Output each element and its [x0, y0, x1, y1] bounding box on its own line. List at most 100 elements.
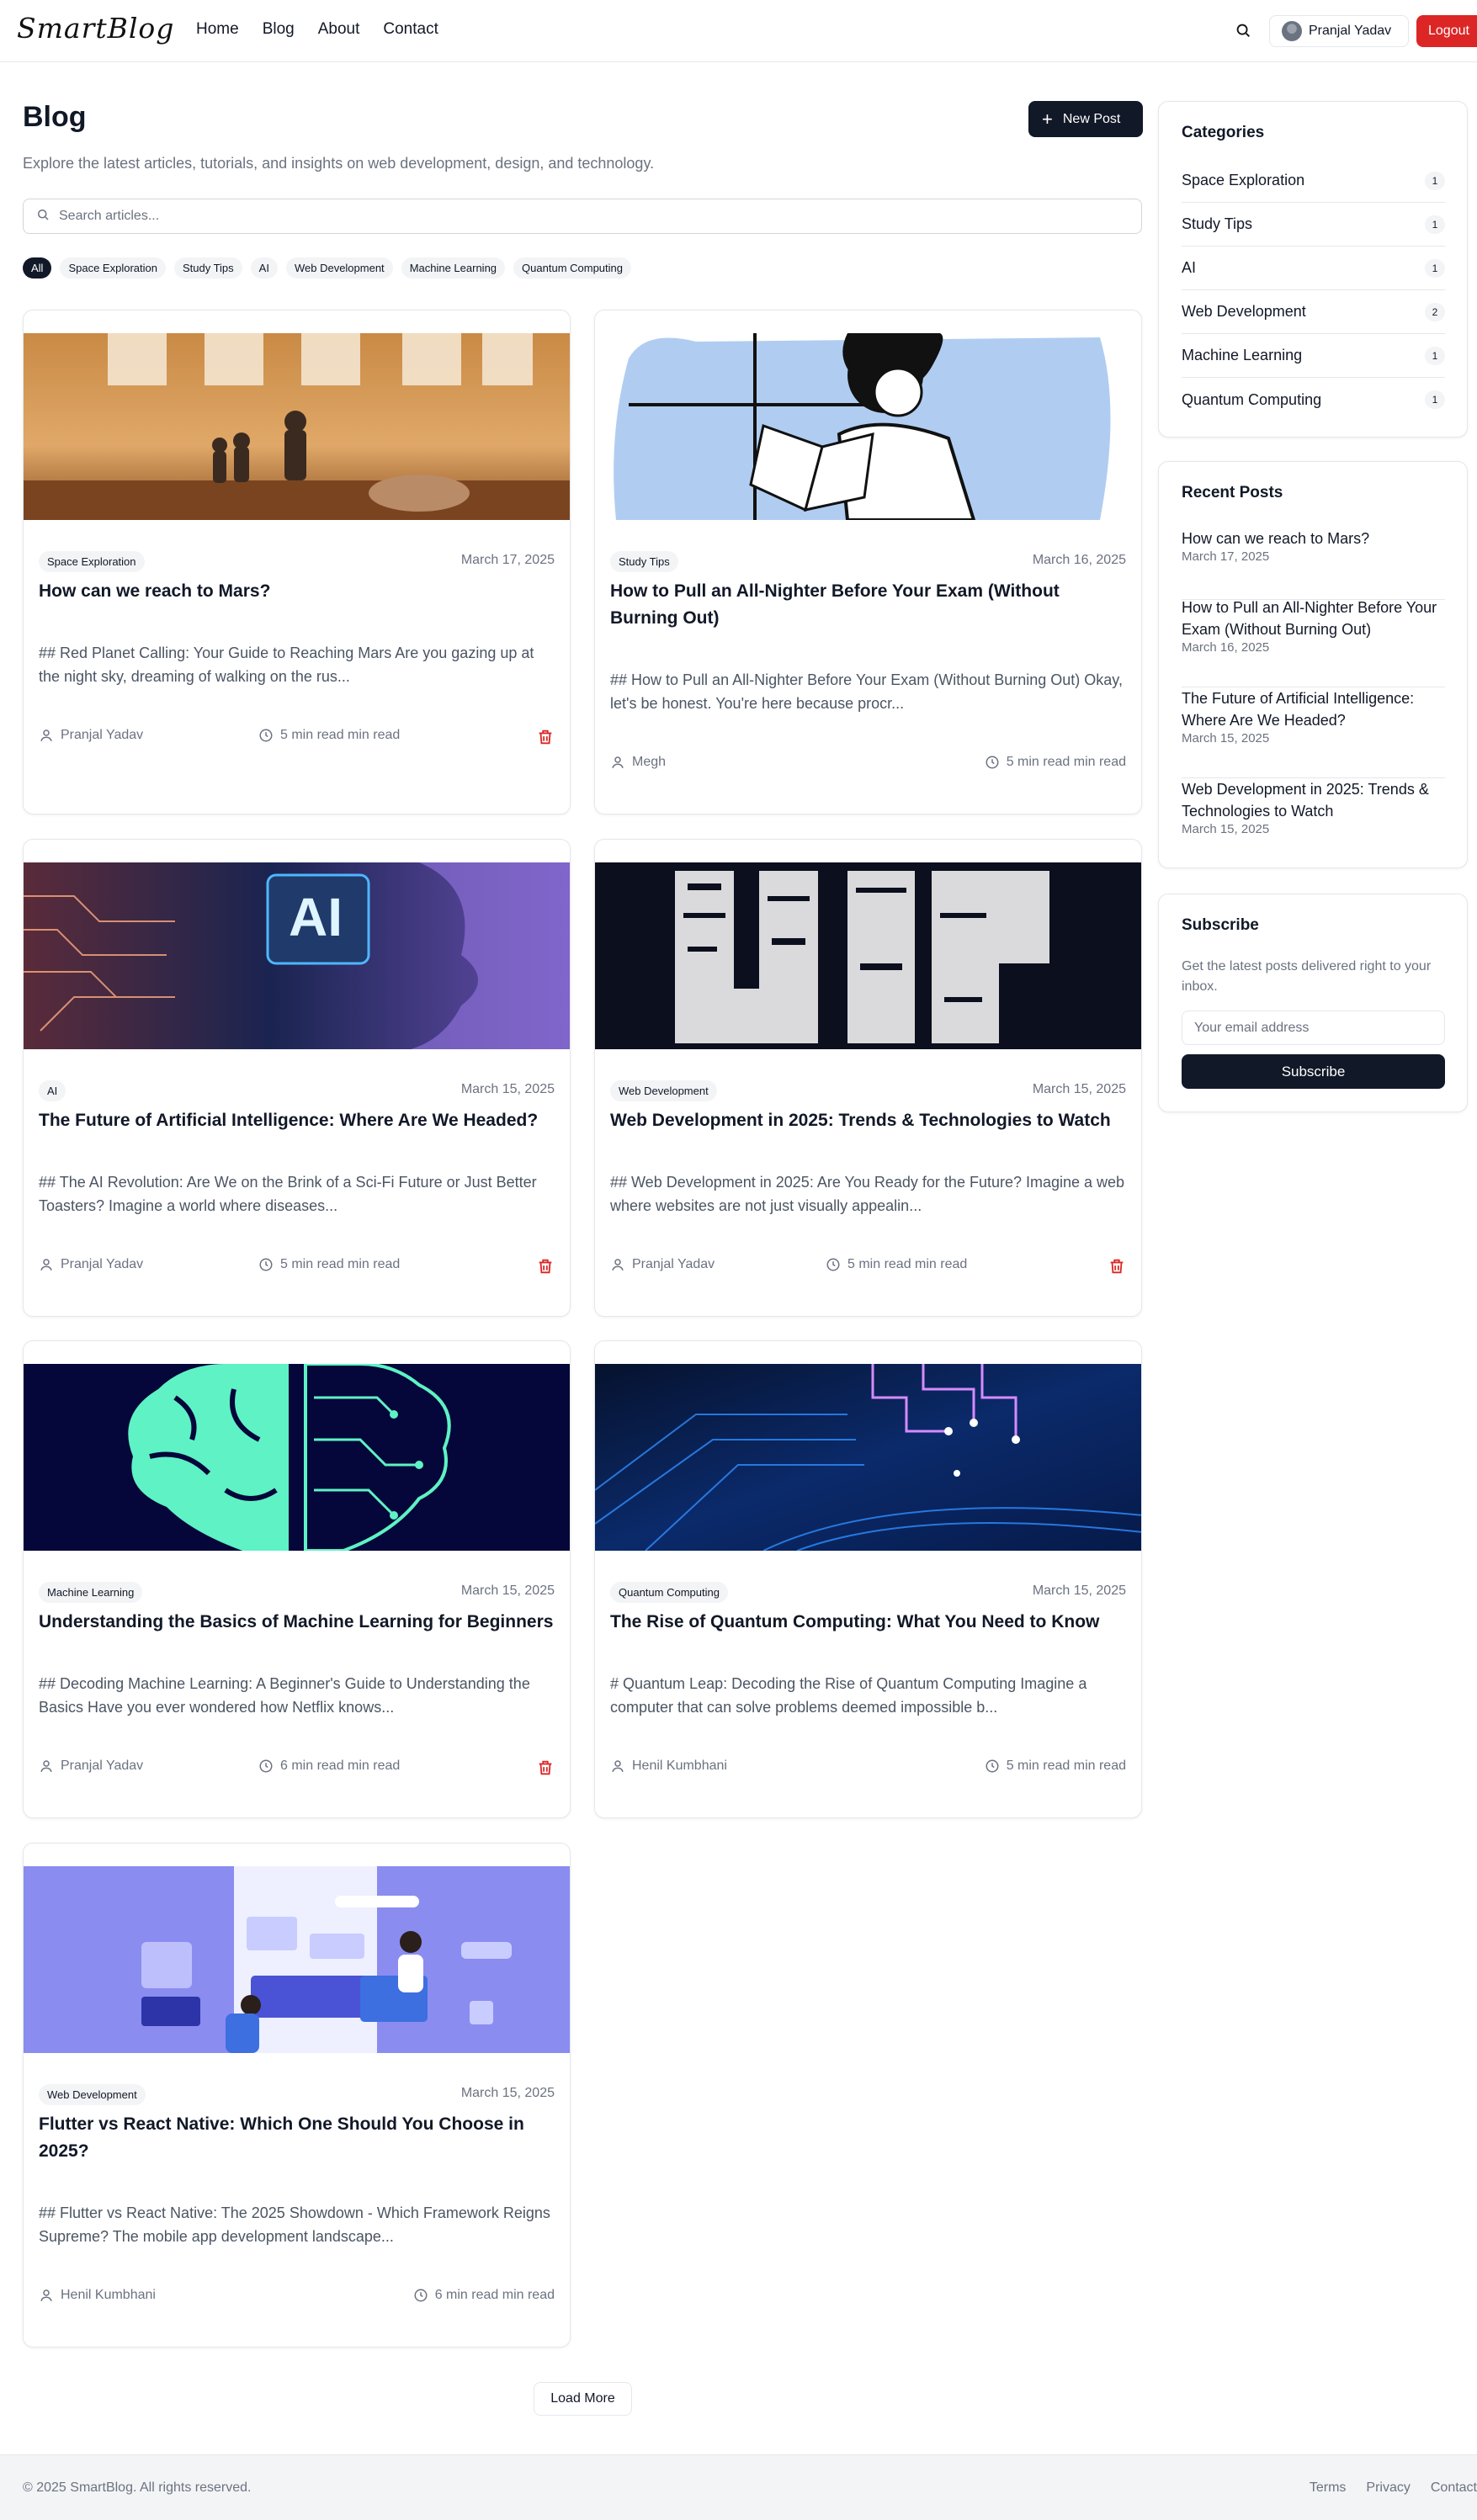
post-date: March 15, 2025 [1032, 1584, 1126, 1598]
post-cover-image[interactable] [595, 333, 1141, 520]
recent-posts-panel: Recent Posts How can we reach to Mars? M… [1158, 461, 1468, 868]
post-excerpt: ## How to Pull an All-Nighter Before You… [610, 671, 1123, 712]
footer-link-privacy[interactable]: Privacy [1366, 2480, 1410, 2496]
category-item[interactable]: Quantum Computing 1 [1182, 378, 1445, 422]
read-time-text: 5 min read min read [1006, 1759, 1126, 1773]
category-name: AI [1182, 259, 1197, 276]
new-post-button[interactable]: + New Post [1028, 101, 1143, 137]
post-card[interactable]: Web Development March 15, 2025 Flutter v… [23, 1843, 571, 2348]
user-icon [40, 729, 52, 741]
nav-about[interactable]: About [318, 20, 360, 39]
read-time-text: 5 min read min read [280, 728, 401, 742]
post-title[interactable]: The Rise of Quantum Computing: What You … [610, 1609, 1128, 1636]
copyright-text: © 2025 SmartBlog. All rights reserved. [23, 2480, 252, 2495]
read-time-text: 5 min read min read [280, 1257, 401, 1271]
clock-icon [986, 1759, 999, 1773]
recent-post-title[interactable]: How to Pull an All-Nighter Before Your E… [1182, 597, 1445, 640]
search-icon[interactable] [1234, 21, 1252, 40]
post-title[interactable]: Flutter vs React Native: Which One Shoul… [39, 2111, 556, 2165]
delete-post-icon[interactable] [536, 1257, 555, 1280]
category-count-badge: 1 [1425, 171, 1445, 190]
category-item[interactable]: Machine Learning 1 [1182, 334, 1445, 378]
category-name: Web Development [1182, 303, 1306, 320]
post-title[interactable]: Web Development in 2025: Trends & Techno… [610, 1107, 1128, 1134]
category-count-badge: 1 [1425, 258, 1445, 278]
post-meta: Pranjal Yadav 5 min read min read [39, 728, 555, 748]
post-author: Megh [610, 755, 666, 770]
user-menu-button[interactable]: Pranjal Yadav [1269, 15, 1409, 47]
post-title[interactable]: Understanding the Basics of Machine Lear… [39, 1609, 556, 1636]
recent-post-title[interactable]: Web Development in 2025: Trends & Techno… [1182, 778, 1445, 822]
post-category-tag: Web Development [610, 1080, 717, 1101]
filter-chip-machine-learning[interactable]: Machine Learning [401, 257, 506, 279]
category-count-badge: 1 [1425, 215, 1445, 234]
footer-link-contact[interactable]: Contact [1431, 2480, 1477, 2496]
post-cover-image[interactable] [24, 333, 570, 520]
post-meta: Megh 5 min read min read [610, 755, 1126, 775]
nav-blog[interactable]: Blog [263, 20, 295, 39]
filter-chip-study-tips[interactable]: Study Tips [173, 257, 242, 279]
filter-chip-ai[interactable]: AI [250, 257, 278, 279]
nav-contact[interactable]: Contact [383, 20, 438, 39]
post-card[interactable]: Quantum Computing March 15, 2025 The Ris… [594, 1340, 1142, 1818]
filter-chip-quantum-computing[interactable]: Quantum Computing [513, 257, 631, 279]
plus-icon: + [1042, 108, 1053, 130]
email-field[interactable] [1182, 1011, 1445, 1045]
recent-post-date: March 15, 2025 [1182, 731, 1270, 745]
post-title[interactable]: How to Pull an All-Nighter Before Your E… [610, 578, 1128, 632]
recent-post-item[interactable]: How to Pull an All-Nighter Before Your E… [1182, 597, 1445, 687]
recent-post-item[interactable]: How can we reach to Mars? March 17, 2025 [1182, 528, 1445, 600]
category-count-badge: 1 [1425, 346, 1445, 365]
post-category-tag: Quantum Computing [610, 1582, 728, 1603]
logout-button[interactable]: Logout [1416, 15, 1477, 47]
post-card[interactable]: AI AI March 15, 2025 The Future of Artif… [23, 839, 571, 1317]
category-filter-bar: All Space Exploration Study Tips AI Web … [23, 257, 631, 279]
delete-post-icon[interactable] [1108, 1257, 1126, 1280]
post-read-time: 5 min read min read [258, 1257, 400, 1272]
post-cover-image[interactable]: AI [24, 862, 570, 1049]
page-title: Blog [23, 101, 87, 133]
post-card[interactable]: Space Exploration March 17, 2025 How can… [23, 310, 571, 814]
filter-chip-web-development[interactable]: Web Development [285, 257, 393, 279]
post-author: Pranjal Yadav [610, 1257, 715, 1272]
search-icon [35, 207, 50, 226]
category-item[interactable]: AI 1 [1182, 247, 1445, 290]
site-logo[interactable]: SmartBlog [17, 12, 174, 45]
recent-post-item[interactable]: The Future of Artificial Intelligence: W… [1182, 687, 1445, 778]
nav-home[interactable]: Home [196, 20, 239, 39]
post-cover-image[interactable] [595, 1364, 1141, 1551]
post-cover-image[interactable] [595, 862, 1141, 1049]
category-item[interactable]: Space Exploration 1 [1182, 159, 1445, 203]
post-cover-image[interactable] [24, 1364, 570, 1551]
post-title[interactable]: How can we reach to Mars? [39, 578, 556, 605]
post-meta: Pranjal Yadav 5 min read min read [610, 1257, 1126, 1277]
post-read-time: 6 min read min read [413, 2288, 555, 2303]
post-author: Henil Kumbhani [39, 2288, 156, 2303]
recent-post-title[interactable]: The Future of Artificial Intelligence: W… [1182, 687, 1445, 731]
delete-post-icon[interactable] [536, 1759, 555, 1781]
search-input[interactable] [59, 209, 1069, 224]
footer-link-terms[interactable]: Terms [1310, 2480, 1347, 2496]
search-articles-field [23, 199, 1142, 234]
category-item[interactable]: Study Tips 1 [1182, 203, 1445, 247]
category-name: Space Exploration [1182, 172, 1305, 188]
post-card[interactable]: Study Tips March 16, 2025 How to Pull an… [594, 310, 1142, 814]
post-card[interactable]: Machine Learning March 15, 2025 Understa… [23, 1340, 571, 1818]
categories-panel: Categories Space Exploration 1 Study Tip… [1158, 101, 1468, 438]
clock-icon [414, 2289, 428, 2302]
post-date: March 15, 2025 [460, 2086, 555, 2100]
filter-chip-all[interactable]: All [23, 257, 52, 279]
post-card[interactable]: Web Development March 15, 2025 Web Devel… [594, 839, 1142, 1317]
recent-post-title[interactable]: How can we reach to Mars? [1182, 528, 1445, 549]
user-icon [40, 1760, 52, 1772]
load-more-button[interactable]: Load More [534, 2382, 632, 2416]
post-title[interactable]: The Future of Artificial Intelligence: W… [39, 1107, 556, 1134]
recent-post-item[interactable]: Web Development in 2025: Trends & Techno… [1182, 778, 1445, 851]
user-icon [40, 2289, 52, 2301]
post-cover-image[interactable] [24, 1866, 570, 2053]
subscribe-button[interactable]: Subscribe [1182, 1054, 1445, 1089]
filter-chip-space-exploration[interactable]: Space Exploration [60, 257, 166, 279]
delete-post-icon[interactable] [536, 728, 555, 751]
post-author: Henil Kumbhani [610, 1759, 727, 1774]
category-item[interactable]: Web Development 2 [1182, 290, 1445, 334]
